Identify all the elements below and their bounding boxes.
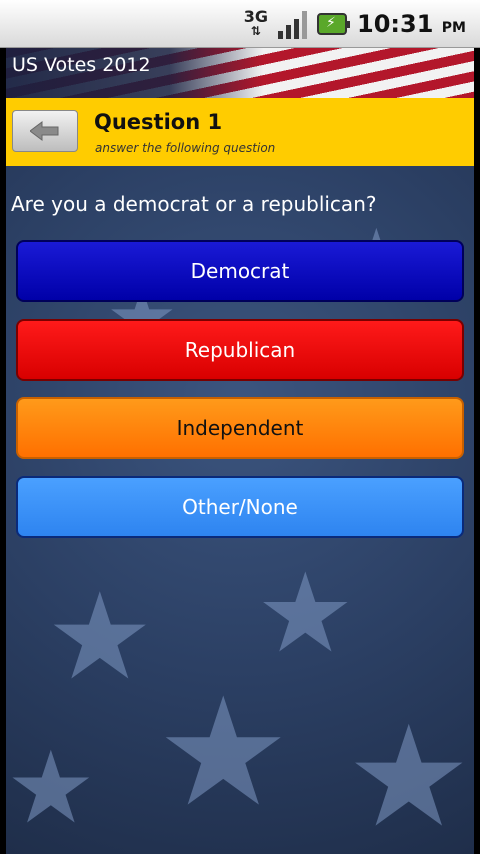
battery-charging-icon: ⚡ — [317, 12, 351, 35]
signal-strength-icon — [278, 9, 308, 39]
question-title: Question 1 — [94, 110, 223, 134]
network-type: 3G — [243, 6, 269, 26]
star-decoration-icon: ★ — [46, 568, 154, 707]
clock-ampm: PM — [441, 19, 466, 36]
app-title: US Votes 2012 — [12, 54, 151, 76]
answer-independent-button[interactable]: Independent — [16, 397, 464, 459]
question-subtitle: answer the following question — [95, 141, 276, 155]
status-bar: 3G ⇅ ⚡ 10:31 PM — [0, 0, 480, 48]
back-arrow-icon — [30, 121, 59, 141]
question-header: Question 1 answer the following question — [6, 98, 474, 166]
answer-other-none-button[interactable]: Other/None — [16, 476, 464, 538]
main-content: ★ ★ ★ ★ ★ ★ ★ Question 1 answer the foll… — [6, 98, 474, 854]
answer-democrat-button[interactable]: Democrat — [16, 240, 464, 302]
back-button[interactable] — [12, 110, 78, 152]
star-decoration-icon: ★ — [156, 666, 291, 840]
star-decoration-icon: ★ — [256, 549, 355, 677]
clock-time: 10:31 — [357, 9, 434, 38]
status-clock: 10:31 PM — [357, 10, 466, 38]
network-3g-icon: 3G ⇅ — [243, 6, 269, 38]
star-decoration-icon: ★ — [346, 696, 472, 854]
question-text: Are you a democrat or a republican? — [11, 192, 377, 216]
star-decoration-icon: ★ — [6, 729, 96, 846]
app-title-bar: US Votes 2012 — [6, 48, 474, 98]
answer-republican-button[interactable]: Republican — [16, 319, 464, 381]
